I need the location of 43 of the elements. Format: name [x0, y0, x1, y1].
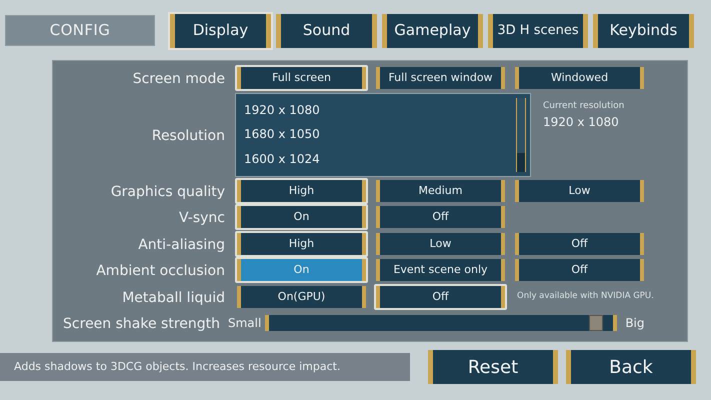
tab[interactable]: Gameplay [382, 14, 483, 48]
option-button[interactable]: Windowed [515, 67, 644, 90]
option-button[interactable]: High [237, 232, 366, 255]
option-button[interactable]: Low [376, 232, 505, 255]
setting-label: Resolution [152, 128, 225, 144]
option-button[interactable]: Full screen window [376, 67, 505, 90]
current-resolution-value: 1920 x 1080 [543, 114, 620, 131]
setting-label: V-sync [179, 210, 225, 226]
slider-max-label: Big [625, 315, 645, 332]
list-item[interactable]: 1680 x 1050 [244, 125, 516, 144]
tab[interactable]: Display [170, 14, 271, 48]
option-button[interactable]: Off [376, 206, 505, 228]
list-item[interactable]: 1920 x 1080 [244, 100, 516, 119]
config-title: CONFIG [50, 20, 110, 42]
setting-label: Metaball liquid [122, 290, 225, 306]
option-button[interactable]: On(GPU) [237, 286, 366, 308]
option-button[interactable]: Full screen [237, 67, 366, 90]
option-button[interactable]: Event scene only [376, 259, 505, 282]
setting-label: Anti-aliasing [138, 236, 225, 253]
note-text: Only available with NVIDIA GPU. [517, 290, 654, 304]
option-button[interactable]: Off [515, 232, 644, 255]
option-button[interactable]: Medium [376, 180, 505, 202]
option-button[interactable]: Low [515, 180, 644, 202]
option-button[interactable]: High [237, 180, 366, 202]
setting-label: Screen shake strength [63, 316, 220, 332]
tab[interactable]: 3D H scenes [488, 14, 588, 48]
slider-track[interactable] [265, 315, 618, 332]
setting-label: Screen mode [132, 71, 225, 88]
tab[interactable]: Keybinds [593, 14, 694, 48]
option-button[interactable]: On [237, 206, 366, 228]
scrollbar[interactable] [516, 98, 526, 172]
list-item[interactable]: 1600 x 1024 [244, 150, 516, 168]
footer-button[interactable]: Reset [428, 350, 558, 384]
option-button[interactable]: Off [376, 286, 505, 308]
setting-label: Ambient occlusion [96, 263, 225, 280]
current-resolution-label: Current resolution [543, 100, 624, 112]
tab[interactable]: Sound [276, 14, 377, 48]
status-text: Adds shadows to 3DCG objects. Increases resource impact. [14, 358, 340, 375]
footer-button[interactable]: Back [566, 350, 696, 384]
setting-label: Graphics quality [110, 184, 225, 200]
option-button[interactable]: Off [515, 259, 644, 282]
slider-thumb[interactable] [589, 315, 603, 332]
slider-min-label: Small [228, 315, 262, 332]
